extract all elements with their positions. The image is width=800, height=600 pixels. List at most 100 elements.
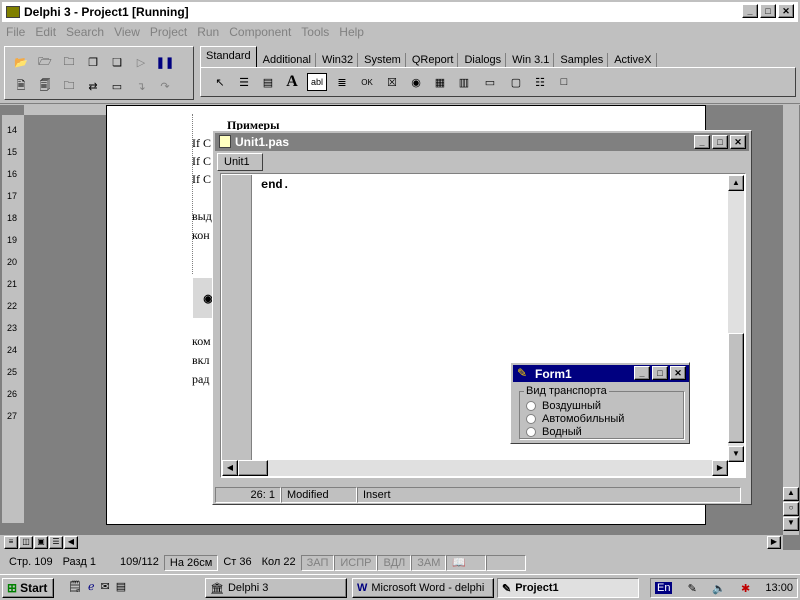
memo-icon[interactable]: ≣ bbox=[333, 73, 351, 91]
tab-unit1[interactable]: Unit1 bbox=[217, 153, 263, 171]
scroll-thumb[interactable] bbox=[728, 333, 744, 443]
status-ext[interactable]: ВДЛ bbox=[377, 555, 412, 571]
menu-help[interactable]: Help bbox=[339, 25, 364, 39]
menu-project[interactable]: Project bbox=[150, 25, 187, 39]
minimize-button[interactable]: _ bbox=[742, 4, 758, 18]
edit-icon[interactable]: abl bbox=[307, 73, 327, 91]
tab-win31[interactable]: Win 3.1 bbox=[508, 53, 555, 67]
tray-pencil-icon[interactable]: ✎ bbox=[688, 582, 697, 595]
save-icon[interactable]: 🗎 bbox=[11, 77, 31, 95]
maximize-button[interactable]: □ bbox=[712, 135, 728, 149]
listbox-icon[interactable]: ▦ bbox=[431, 73, 449, 91]
channels-icon[interactable]: ▤ bbox=[116, 580, 126, 593]
spelling-status-icon[interactable]: 📖 bbox=[446, 555, 487, 571]
close-button[interactable]: ✕ bbox=[730, 135, 746, 149]
start-button[interactable]: ⊞ Start bbox=[2, 578, 54, 598]
radio-auto[interactable]: Автомобильный bbox=[526, 412, 624, 425]
menu-component[interactable]: Component bbox=[229, 25, 291, 39]
menu-view[interactable]: View bbox=[114, 25, 140, 39]
volume-icon[interactable]: 🔈 bbox=[712, 582, 726, 595]
normal-view-icon[interactable]: ≡ bbox=[4, 536, 18, 549]
task-word[interactable]: W Microsoft Word - delphi bbox=[352, 578, 494, 598]
menu-run[interactable]: Run bbox=[197, 25, 219, 39]
step-over-icon[interactable]: ↷ bbox=[155, 77, 175, 95]
radio-air[interactable]: Воздушный bbox=[526, 399, 624, 412]
show-desktop-icon[interactable]: 🗒 bbox=[68, 580, 82, 593]
scrollbar-icon[interactable]: ▭ bbox=[479, 73, 501, 91]
scroll-left-icon[interactable]: ◀ bbox=[64, 536, 78, 549]
radiobutton-icon[interactable]: ◉ bbox=[407, 73, 425, 91]
checkbox-icon[interactable]: ☒ bbox=[383, 73, 401, 91]
view-unit-icon[interactable]: ❐ bbox=[83, 53, 103, 71]
scroll-up-icon[interactable]: ▲ bbox=[728, 175, 744, 191]
online-view-icon[interactable]: ◫ bbox=[19, 536, 33, 549]
unit1-title-bar[interactable]: Unit1.pas _ □ ✕ bbox=[215, 133, 749, 151]
open-file-icon[interactable]: 🗁 bbox=[35, 53, 55, 71]
tab-win32[interactable]: Win32 bbox=[318, 53, 359, 67]
scroll-page-up-button[interactable]: ▲ bbox=[783, 487, 799, 501]
ie-icon[interactable]: ℯ bbox=[88, 580, 95, 593]
run-icon[interactable]: ▷ bbox=[131, 53, 151, 71]
tab-dialogs[interactable]: Dialogs bbox=[460, 53, 507, 67]
menu-search[interactable]: Search bbox=[66, 25, 104, 39]
tab-activex[interactable]: ActiveX bbox=[610, 53, 657, 67]
tab-additional[interactable]: Additional bbox=[259, 53, 316, 67]
menu-tools[interactable]: Tools bbox=[301, 25, 329, 39]
delphi-title-bar[interactable]: Delphi 3 - Project1 [Running] _ □ ✕ bbox=[2, 2, 798, 22]
new-form-icon[interactable]: ▭ bbox=[107, 77, 127, 95]
groupbox-icon[interactable]: ▢ bbox=[507, 73, 525, 91]
language-indicator[interactable]: En bbox=[655, 582, 673, 594]
page-view-icon[interactable]: ▣ bbox=[34, 536, 48, 549]
panel-icon[interactable]: □ bbox=[555, 73, 573, 91]
task-delphi3[interactable]: 🏛 Delphi 3 bbox=[205, 578, 347, 598]
scroll-page-down-button[interactable]: ▼ bbox=[783, 517, 799, 531]
remove-file-icon[interactable]: 🗀 bbox=[59, 77, 79, 95]
form1-title-bar[interactable]: ✎ Form1 _ □ ✕ bbox=[513, 365, 689, 382]
popupmenu-icon[interactable]: ▤ bbox=[259, 73, 277, 91]
scroll-thumb[interactable] bbox=[238, 460, 268, 476]
open-project-icon[interactable]: 📂 bbox=[11, 53, 31, 71]
save-all-icon[interactable]: 🗐 bbox=[35, 77, 55, 95]
minimize-button[interactable]: _ bbox=[634, 366, 650, 380]
pointer-icon[interactable]: ↖ bbox=[211, 73, 229, 91]
editor-horizontal-scrollbar[interactable]: ◀ ▶ bbox=[222, 460, 728, 476]
toggle-form-unit-icon[interactable]: ⇄ bbox=[83, 77, 103, 95]
radiogroup-icon[interactable]: ☷ bbox=[531, 73, 549, 91]
outlook-icon[interactable]: ✉ bbox=[100, 580, 109, 593]
task-project1[interactable]: ✎ Project1 bbox=[497, 578, 639, 598]
clock[interactable]: 13:00 bbox=[765, 582, 793, 594]
view-form-icon[interactable]: ❏ bbox=[107, 53, 127, 71]
menu-edit[interactable]: Edit bbox=[35, 25, 56, 39]
tab-standard[interactable]: Standard bbox=[200, 46, 257, 67]
scroll-down-icon[interactable]: ▼ bbox=[728, 446, 744, 462]
tab-system[interactable]: System bbox=[360, 53, 406, 67]
button-icon[interactable]: OK bbox=[357, 73, 377, 91]
status-ovr[interactable]: ЗАМ bbox=[411, 555, 447, 571]
word-vertical-scrollbar[interactable]: ▲ ○ ▼ bbox=[783, 105, 799, 535]
tray-network-icon[interactable]: ✱ bbox=[741, 582, 750, 595]
scroll-right-icon[interactable]: ▶ bbox=[767, 536, 781, 549]
status-trk[interactable]: ИСПР bbox=[334, 555, 378, 571]
trace-into-icon[interactable]: ↴ bbox=[131, 77, 151, 95]
label-icon[interactable]: A bbox=[283, 73, 301, 91]
tab-qreport[interactable]: QReport bbox=[408, 53, 459, 67]
scroll-right-icon[interactable]: ▶ bbox=[712, 460, 728, 476]
editor-vertical-scrollbar[interactable]: ▲ ▼ bbox=[728, 175, 744, 462]
scroll-left-icon[interactable]: ◀ bbox=[222, 460, 238, 476]
minimize-button[interactable]: _ bbox=[694, 135, 710, 149]
select-browse-object-button[interactable]: ○ bbox=[783, 502, 799, 516]
mainmenu-icon[interactable]: ☰ bbox=[235, 73, 253, 91]
status-rec[interactable]: ЗАП bbox=[300, 555, 335, 571]
maximize-button[interactable]: □ bbox=[760, 4, 776, 18]
word-horizontal-scrollbar[interactable]: ≡ ◫ ▣ ☰ ◀ ▶ bbox=[0, 535, 783, 551]
maximize-button[interactable]: □ bbox=[652, 366, 668, 380]
radio-water[interactable]: Водный bbox=[526, 425, 624, 438]
outline-view-icon[interactable]: ☰ bbox=[49, 536, 63, 549]
combobox-icon[interactable]: ▥ bbox=[455, 73, 473, 91]
close-button[interactable]: ✕ bbox=[778, 4, 794, 18]
tab-samples[interactable]: Samples bbox=[556, 53, 609, 67]
menu-file[interactable]: File bbox=[6, 25, 25, 39]
pause-icon[interactable]: ❚❚ bbox=[155, 53, 175, 71]
close-button[interactable]: ✕ bbox=[670, 366, 686, 380]
add-file-icon[interactable]: 🗀 bbox=[59, 53, 79, 71]
